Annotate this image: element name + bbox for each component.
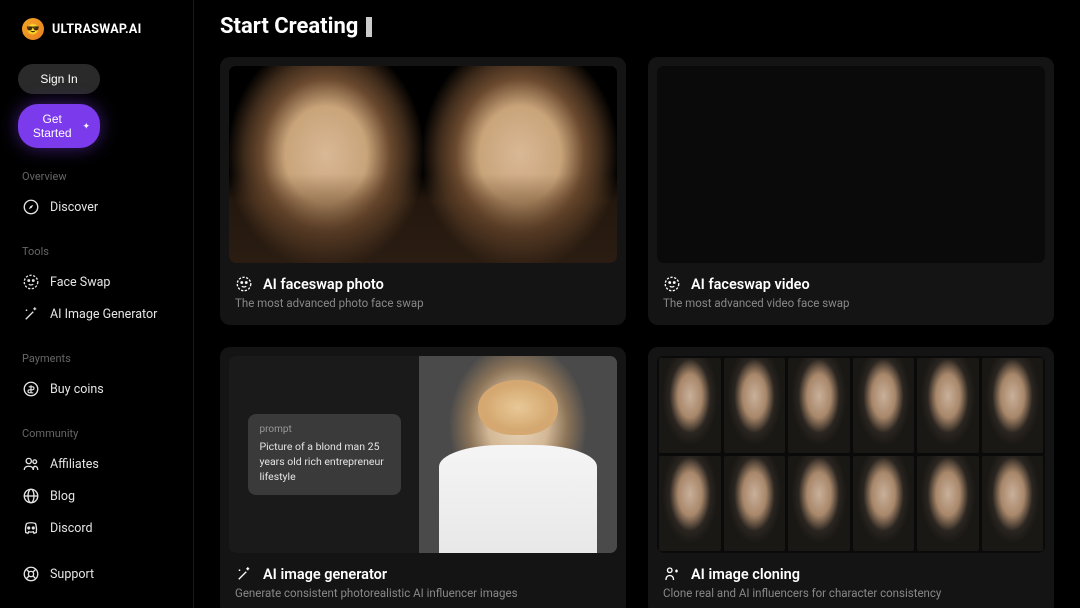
nav-blog[interactable]: Blog	[14, 480, 179, 512]
prompt-box: prompt Picture of a blond man 25 years o…	[248, 414, 401, 494]
cards-grid: AI faceswap photo The most advanced phot…	[220, 57, 1054, 608]
wand-icon	[22, 305, 40, 323]
card-desc: Clone real and AI influencers for charac…	[657, 586, 1045, 606]
cursor-icon	[366, 17, 372, 37]
nav-discover[interactable]: Discover	[14, 191, 179, 223]
section-overview: Overview	[14, 170, 179, 183]
card-preview	[229, 66, 617, 263]
support-icon	[22, 565, 40, 583]
compass-icon	[22, 198, 40, 216]
brand-name: ULTRASWAP.AI	[52, 22, 142, 37]
nav-discord[interactable]: Discord	[14, 512, 179, 544]
card-title: AI image cloning	[691, 566, 800, 583]
card-preview: prompt Picture of a blond man 25 years o…	[229, 356, 617, 553]
card-desc: The most advanced photo face swap	[229, 296, 617, 316]
logo[interactable]: 😎 ULTRASWAP.AI	[14, 18, 179, 40]
card-title: AI faceswap photo	[263, 276, 384, 293]
page-title: Start Creating	[220, 14, 1054, 39]
sidebar: 😎 ULTRASWAP.AI Sign In Get Started ✦ Ove…	[0, 0, 194, 608]
face-icon	[22, 273, 40, 291]
wand-icon	[235, 565, 253, 583]
nav-buycoins[interactable]: Buy coins	[14, 373, 179, 405]
main-content: Start Creating AI faceswap photo The mos…	[194, 0, 1080, 608]
clone-icon	[663, 565, 681, 583]
card-desc: The most advanced video face swap	[657, 296, 1045, 316]
globe-icon	[22, 487, 40, 505]
section-tools: Tools	[14, 245, 179, 258]
coin-icon	[22, 380, 40, 398]
card-image-generator[interactable]: prompt Picture of a blond man 25 years o…	[220, 347, 626, 608]
card-desc: Generate consistent photorealistic AI in…	[229, 586, 617, 606]
card-image-cloning[interactable]: AI image cloning Clone real and AI influ…	[648, 347, 1054, 608]
signin-button[interactable]: Sign In	[18, 64, 100, 94]
nav-aigen[interactable]: AI Image Generator	[14, 298, 179, 330]
nav-faceswap[interactable]: Face Swap	[14, 266, 179, 298]
discord-icon	[22, 519, 40, 537]
nav-support[interactable]: Support	[14, 558, 179, 590]
face-icon	[663, 275, 681, 293]
section-payments: Payments	[14, 352, 179, 365]
card-faceswap-photo[interactable]: AI faceswap photo The most advanced phot…	[220, 57, 626, 325]
card-faceswap-video[interactable]: AI faceswap video The most advanced vide…	[648, 57, 1054, 325]
card-preview	[657, 356, 1045, 553]
section-community: Community	[14, 427, 179, 440]
logo-icon: 😎	[22, 18, 44, 40]
card-title: AI image generator	[263, 566, 387, 583]
sparkle-icon: ✦	[82, 121, 90, 132]
getstarted-button[interactable]: Get Started ✦	[18, 104, 100, 148]
card-title: AI faceswap video	[691, 276, 810, 293]
card-preview	[657, 66, 1045, 263]
nav-affiliates[interactable]: Affiliates	[14, 448, 179, 480]
users-icon	[22, 455, 40, 473]
face-icon	[235, 275, 253, 293]
